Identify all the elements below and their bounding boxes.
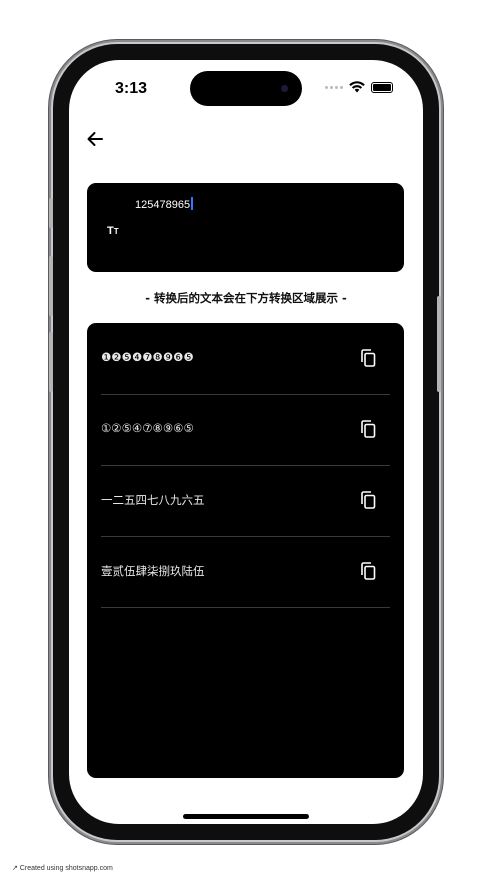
number-input-value: 125478965 [135,199,191,211]
wifi-icon [349,81,365,93]
conversion-hint: - 转换后的文本会在下方转换区域展示 - [145,291,347,305]
result-row-circled-outline: ①②⑤④⑦⑧⑨⑥⑤ [101,394,390,466]
camera-dot [281,85,288,92]
copy-icon[interactable] [360,562,376,580]
status-icons [325,81,393,93]
copy-icon[interactable] [360,491,376,509]
dynamic-island [190,71,302,106]
volume-down-button [49,332,53,392]
battery-icon [371,81,393,93]
result-text: ❶❷❺❹❼❽❾❻❺ [101,350,194,364]
results-card: ❶❷❺❹❼❽❾❻❺ ①②⑤④⑦⑧⑨⑥⑤ 一二五四七八九六五 壹贰伍肆柒捌玖陆伍 [87,323,404,778]
back-arrow-icon[interactable] [84,128,106,150]
power-button [437,296,441,392]
home-indicator[interactable] [183,814,309,819]
shotsnapp-credit: ↗ Created using shotsnapp.com [12,865,113,872]
result-row-chinese-lower: 一二五四七八九六五 [101,465,390,537]
cellular-signal-icon [325,85,343,89]
text-size-icon[interactable]: TT [107,221,119,239]
text-caret [191,197,193,210]
action-button [49,198,53,228]
result-text: 一二五四七八九六五 [101,493,205,507]
result-row-chinese-upper: 壹贰伍肆柒捌玖陆伍 [101,536,390,608]
volume-up-button [49,256,53,316]
copy-icon[interactable] [360,420,376,438]
result-text: 壹贰伍肆柒捌玖陆伍 [101,564,205,578]
number-input[interactable]: 125478965 [135,197,193,211]
phone-screen: 3:13 125478965 TT - 转换后的文本会在下方转换区域展示 - ❶… [69,60,423,824]
result-row-circled-filled: ❶❷❺❹❼❽❾❻❺ [101,323,390,395]
result-text: ①②⑤④⑦⑧⑨⑥⑤ [101,421,194,435]
status-time: 3:13 [115,80,148,97]
number-input-card[interactable]: 125478965 TT [87,183,404,272]
copy-icon[interactable] [360,349,376,367]
